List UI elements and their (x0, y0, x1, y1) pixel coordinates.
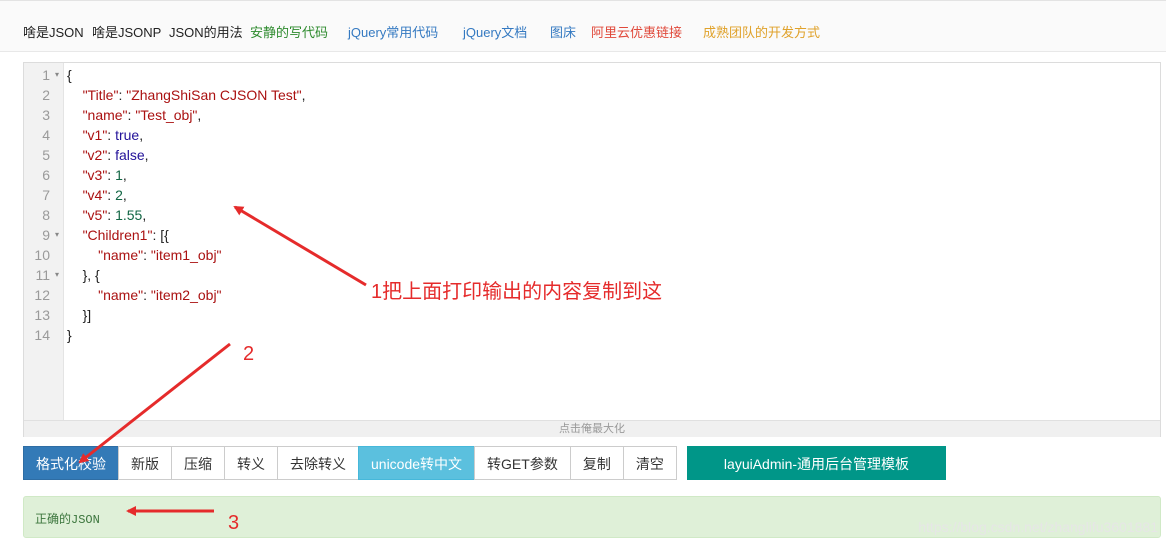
annotation-1: 1把上面打印输出的内容复制到这 (371, 281, 663, 303)
annotation-arrows (78, 205, 367, 516)
arrow-1 (233, 205, 367, 287)
arrow-2 (78, 342, 231, 464)
annotation-2: 2 (243, 343, 255, 365)
annotation-3: 3 (228, 512, 240, 534)
